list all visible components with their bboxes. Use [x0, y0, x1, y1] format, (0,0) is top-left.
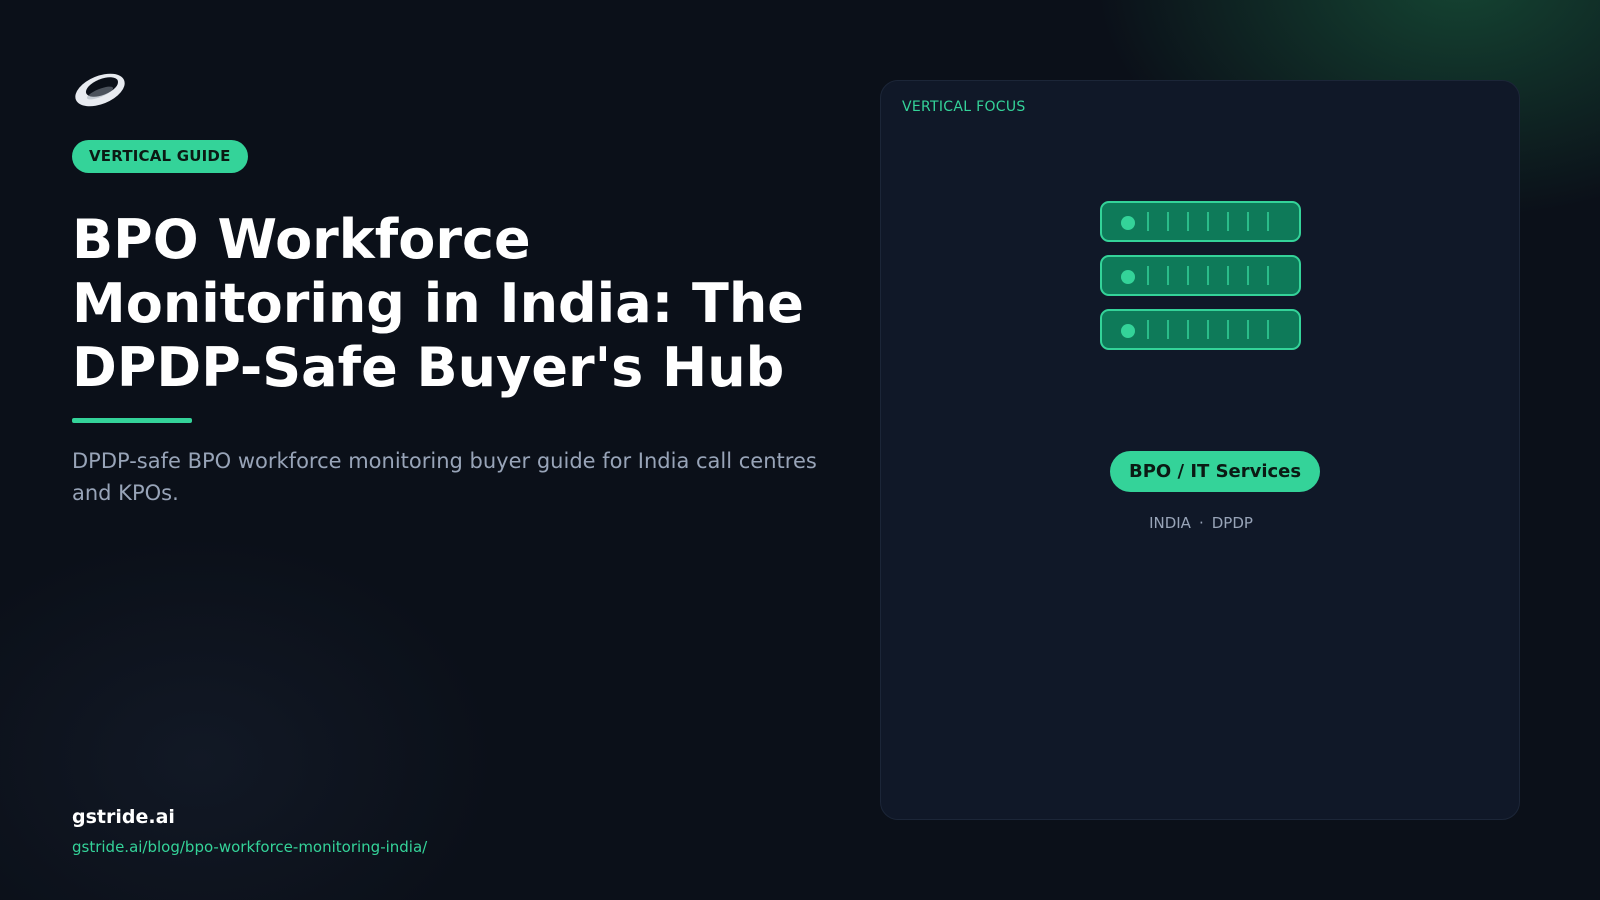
- vertical-badge: BPO / IT Services: [1110, 451, 1321, 492]
- server-led: [1121, 270, 1135, 284]
- server-led: [1121, 216, 1135, 230]
- page-subtitle: DPDP-safe BPO workforce monitoring buyer…: [72, 449, 817, 505]
- meta-country: INDIA: [1149, 514, 1191, 532]
- title-underline: [72, 418, 192, 423]
- article-url[interactable]: gstride.ai/blog/bpo-workforce-monitoring…: [72, 838, 427, 856]
- meta-regulation: DPDP: [1211, 514, 1253, 532]
- server-stack-icon: [1100, 201, 1301, 363]
- meta-separator: ·: [1198, 514, 1204, 532]
- ring-logo-icon: [72, 68, 128, 108]
- vertical-focus-card: VERTICAL FOCUS BPO / IT Services INDIA ·…: [880, 80, 1520, 820]
- card-label: VERTICAL FOCUS: [902, 99, 1026, 115]
- server-unit: [1100, 255, 1301, 296]
- page-title: BPO Workforce Monitoring in India: The D…: [72, 208, 804, 399]
- card-meta: INDIA · DPDP: [881, 514, 1521, 532]
- server-unit: [1100, 201, 1301, 242]
- server-unit: [1100, 309, 1301, 350]
- server-led: [1121, 324, 1135, 338]
- brand-name: gstride.ai: [72, 806, 175, 828]
- category-tag: VERTICAL GUIDE: [72, 140, 248, 173]
